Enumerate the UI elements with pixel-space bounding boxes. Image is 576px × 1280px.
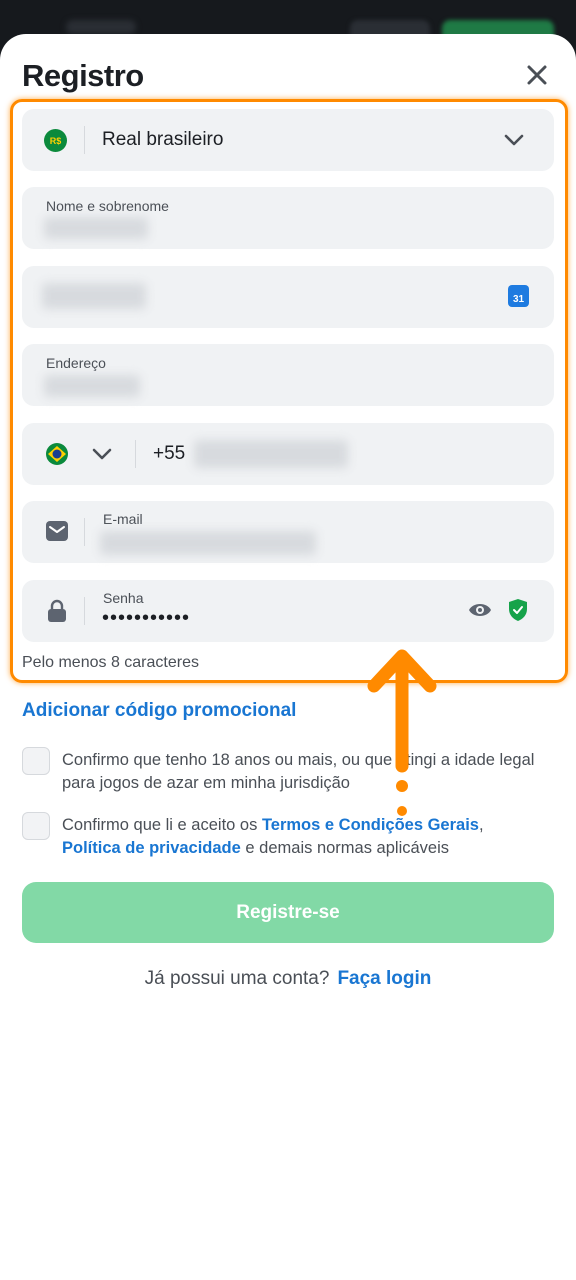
arrow-up-icon <box>367 649 437 816</box>
terms-consent-text-end: e demais normas aplicáveis <box>240 839 450 857</box>
close-icon[interactable] <box>522 60 552 90</box>
promo-code-link[interactable]: Adicionar código promocional <box>22 700 296 722</box>
login-link[interactable]: Faça login <box>337 968 431 989</box>
page-title: Registro <box>22 58 144 93</box>
login-prompt: Já possui uma conta? Faça login <box>0 968 576 990</box>
login-prompt-text: Já possui uma conta? <box>144 968 330 989</box>
age-consent-text: Confirmo que tenho 18 anos ou mais, ou q… <box>62 751 535 792</box>
terms-consent-text: Confirmo que li e aceito os Termos e Con… <box>62 814 542 860</box>
terms-comma: , <box>478 816 484 834</box>
terms-consent-checkbox[interactable] <box>22 812 50 840</box>
terms-consent-text-start: Confirmo que li e aceito os <box>62 816 262 834</box>
privacy-policy-link[interactable]: Política de privacidade <box>62 839 241 857</box>
highlight-frame <box>10 99 568 683</box>
age-consent-checkbox[interactable] <box>22 747 50 775</box>
register-button[interactable]: Registre-se <box>22 882 554 943</box>
background-blur <box>66 20 136 34</box>
registration-sheet: Registro R$ Real brasileiro Nome e sobre… <box>0 34 576 1280</box>
